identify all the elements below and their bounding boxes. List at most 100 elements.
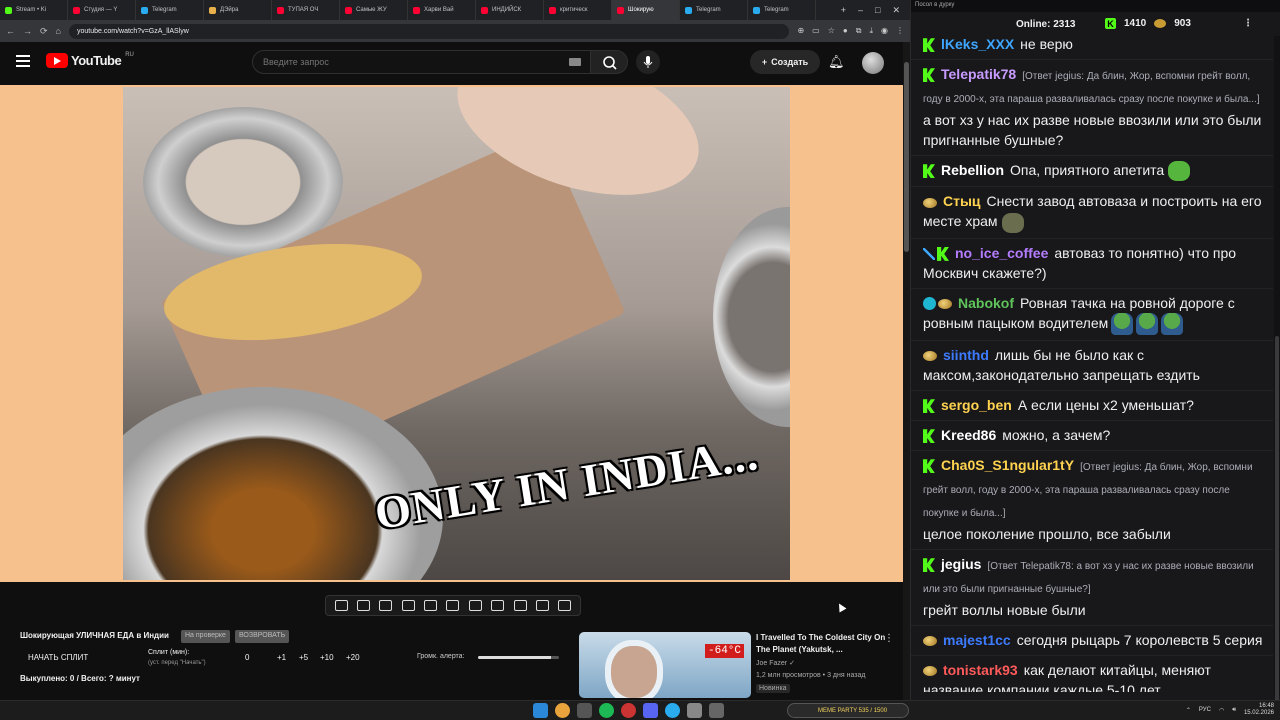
page-scrollbar[interactable]	[903, 42, 910, 700]
chat-username[interactable]: Telepatik78	[941, 66, 1016, 82]
cinema-icon[interactable]	[446, 600, 460, 611]
video-player[interactable]: ONLY IN INDIA...	[0, 85, 903, 582]
url-field[interactable]: youtube.com/watch?v=GzA_llASlyw	[68, 23, 790, 39]
more-options-icon[interactable]: ⋮	[884, 633, 894, 644]
puzzle-icon[interactable]: ⧉	[856, 26, 862, 36]
create-button[interactable]: + Создать	[750, 50, 820, 74]
discord-icon[interactable]	[643, 703, 658, 718]
app-icon[interactable]	[687, 703, 702, 718]
browser-tab[interactable]: Telegram	[136, 0, 204, 20]
split-value-0[interactable]: 0	[245, 653, 249, 662]
youtube-logo[interactable]: YouTube RU	[46, 52, 134, 68]
profile-icon[interactable]: ◉	[881, 26, 888, 36]
chat-username[interactable]: sergo_ben	[941, 397, 1012, 413]
recommended-thumbnail[interactable]: -64°C	[579, 632, 751, 698]
telegram-icon[interactable]	[665, 703, 680, 718]
split-add-1[interactable]: +1	[277, 653, 286, 662]
split-add-10[interactable]: +10	[320, 653, 334, 662]
start-split-button[interactable]: НАЧАТЬ СПЛИТ	[28, 653, 88, 662]
chat-username[interactable]: Cha0S_S1ngular1tY	[941, 457, 1074, 473]
menu-dots-icon[interactable]: ⋮	[896, 26, 904, 36]
menu-icon[interactable]	[16, 55, 30, 67]
wifi-icon[interactable]: ◠	[1219, 707, 1224, 714]
chat-menu-icon[interactable]: ⋮	[1243, 18, 1253, 29]
chat-username[interactable]: Kreed86	[941, 427, 996, 443]
gear-icon[interactable]	[558, 600, 572, 611]
loop-icon[interactable]	[334, 600, 348, 611]
browser-tab[interactable]: Харви Вай	[408, 0, 476, 20]
avatar[interactable]	[862, 52, 884, 74]
maximize-button[interactable]: □	[875, 5, 880, 16]
app2-icon[interactable]	[709, 703, 724, 718]
zoom-icon[interactable]: ⊕	[797, 26, 804, 36]
alert-volume-slider[interactable]	[478, 656, 559, 659]
chat-username[interactable]: Стыц	[943, 193, 981, 209]
browser-tab[interactable]: Telegram	[748, 0, 816, 20]
chat-username[interactable]: no_ice_coffee	[955, 245, 1048, 261]
minimize-button[interactable]: –	[858, 5, 863, 16]
chrome-icon[interactable]	[555, 703, 570, 718]
browser-tab[interactable]: критическ	[544, 0, 612, 20]
browser-tab[interactable]: ТУПАЯ ОЧ	[272, 0, 340, 20]
watch-later-icon[interactable]	[379, 600, 393, 611]
browser-tab[interactable]: Студия — Y	[68, 0, 136, 20]
browser-tab[interactable]: Stream • Ki	[0, 0, 68, 20]
chat-username[interactable]: jegius	[941, 556, 981, 572]
obs-icon[interactable]	[621, 703, 636, 718]
chat-username[interactable]: Rebellion	[941, 162, 1004, 178]
close-window-button[interactable]: ✕	[892, 5, 900, 16]
chat-username[interactable]: majest1cc	[943, 632, 1011, 648]
forward-icon[interactable]: →	[23, 26, 32, 36]
split-add-20[interactable]: +20	[346, 653, 360, 662]
add-to-queue-icon[interactable]	[491, 600, 505, 611]
taskbar-apps	[533, 703, 724, 718]
download-icon[interactable]: ⤓	[869, 26, 873, 36]
chat-username[interactable]: lKeks_XXX	[941, 36, 1014, 52]
chat-username[interactable]: siinthd	[943, 347, 989, 363]
tab-label: Самые ЖУ	[356, 7, 387, 13]
cast-icon[interactable]: ▭	[812, 26, 820, 36]
broadcast-icon[interactable]	[357, 600, 371, 611]
chat-scroll-thumb[interactable]	[1275, 336, 1279, 716]
clock[interactable]: 16:48 15.02.2026	[1244, 703, 1274, 717]
reload-icon[interactable]: ⟳	[40, 26, 48, 37]
chat-scrollbar[interactable]	[1274, 36, 1280, 716]
start-icon[interactable]	[533, 703, 548, 718]
review-badge[interactable]: На проверке	[181, 630, 230, 643]
notifications-bell-icon[interactable]: 🔔︎	[828, 54, 845, 70]
miniplayer-icon[interactable]	[424, 600, 438, 611]
screenshot-icon[interactable]	[513, 600, 527, 611]
tray-chevron-icon[interactable]: ⌃	[1186, 707, 1191, 714]
recommended-channel[interactable]: Joe Fazer ✓	[756, 659, 795, 667]
volume-icon[interactable]: 🔊︎	[1232, 707, 1236, 714]
approve-badge[interactable]: ВОЗВРОВАТЬ	[235, 630, 290, 643]
clapper-icon[interactable]	[401, 600, 415, 611]
scroll-thumb[interactable]	[904, 62, 909, 252]
chat-username[interactable]: tonistark93	[943, 662, 1018, 678]
extension-icon[interactable]: ●	[843, 26, 848, 36]
home-icon[interactable]: ⌂	[56, 26, 61, 36]
new-tab-button[interactable]: +	[841, 5, 846, 16]
browser-tab[interactable]: ДЭйра	[204, 0, 272, 20]
voice-search-button[interactable]	[636, 50, 660, 74]
enhancer-toolbar	[325, 595, 581, 616]
bookmark-star-icon[interactable]: ☆	[828, 26, 835, 36]
search-input[interactable]	[263, 57, 553, 67]
browser-tab[interactable]: Самые ЖУ	[340, 0, 408, 20]
keyboard-icon[interactable]	[569, 58, 581, 66]
browser-tab[interactable]: Telegram	[680, 0, 748, 20]
explorer-icon[interactable]	[577, 703, 592, 718]
split-add-5[interactable]: +5	[299, 653, 308, 662]
speed-icon[interactable]	[468, 600, 482, 611]
recommended-title[interactable]: I Travelled To The Coldest City On The P…	[756, 632, 886, 656]
meme-party-widget[interactable]: MEME PARTY 535 / 1500	[787, 703, 909, 718]
browser-tab[interactable]: Шокирую	[612, 0, 680, 20]
verified-badge-icon	[923, 297, 936, 311]
back-icon[interactable]: ←	[6, 26, 15, 36]
spotify-icon[interactable]	[599, 703, 614, 718]
language-indicator[interactable]: РУС	[1199, 707, 1211, 713]
browser-tab[interactable]: ИНДИЙСК	[476, 0, 544, 20]
filter-icon[interactable]	[535, 600, 549, 611]
search-button[interactable]	[590, 50, 628, 74]
chat-username[interactable]: Nabokof	[958, 295, 1014, 311]
